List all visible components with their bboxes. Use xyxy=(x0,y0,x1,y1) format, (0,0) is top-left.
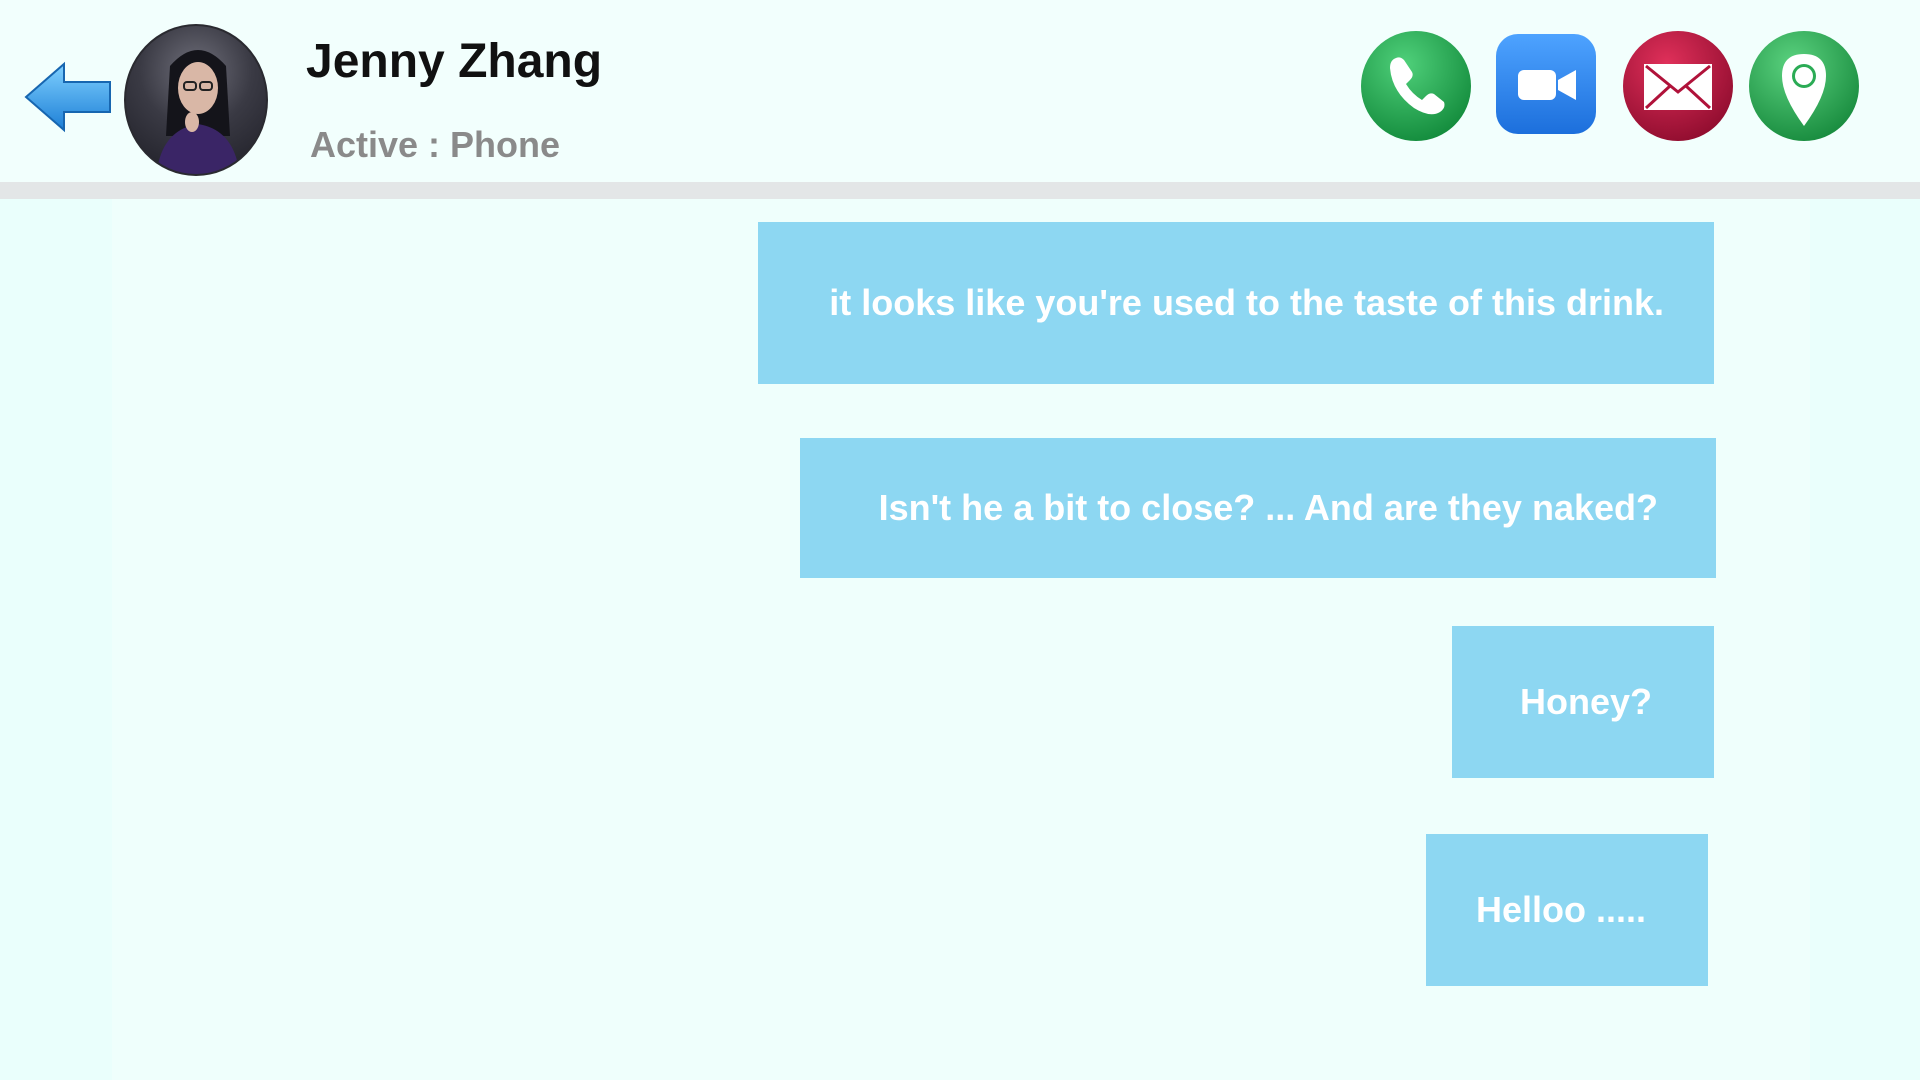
back-arrow-icon xyxy=(24,61,111,133)
message-button[interactable] xyxy=(1622,30,1734,142)
message-bubble[interactable]: Helloo ..... xyxy=(1426,834,1708,986)
phone-icon xyxy=(1361,31,1471,141)
contact-status: Active : Phone xyxy=(310,124,561,165)
contact-name: Jenny Zhang xyxy=(306,35,603,88)
header-divider xyxy=(0,182,1920,199)
avatar[interactable] xyxy=(124,24,268,176)
video-camera-icon xyxy=(1496,34,1596,134)
message-bubble[interactable]: Isn't he a bit to close? ... And are the… xyxy=(800,438,1716,578)
contact-photo xyxy=(156,50,240,174)
video-call-button[interactable] xyxy=(1496,30,1608,142)
chat-screen: Jenny Zhang Active : Phone it looks like… xyxy=(0,0,1920,1080)
location-pin-icon xyxy=(1749,31,1859,141)
message-text: Honey? xyxy=(1519,681,1652,722)
message-bubble[interactable]: Honey? xyxy=(1452,626,1714,778)
message-bubble[interactable]: it looks like you're used to the taste o… xyxy=(758,222,1714,384)
back-button[interactable] xyxy=(24,60,114,134)
call-button[interactable] xyxy=(1360,30,1472,142)
message-text: it looks like you're used to the taste o… xyxy=(829,282,1664,323)
location-button[interactable] xyxy=(1748,30,1860,142)
chat-header: Jenny Zhang Active : Phone xyxy=(0,0,1920,182)
envelope-icon xyxy=(1623,31,1733,141)
message-text: Isn't he a bit to close? ... And are the… xyxy=(878,487,1658,528)
message-text: Helloo ..... xyxy=(1475,889,1646,930)
